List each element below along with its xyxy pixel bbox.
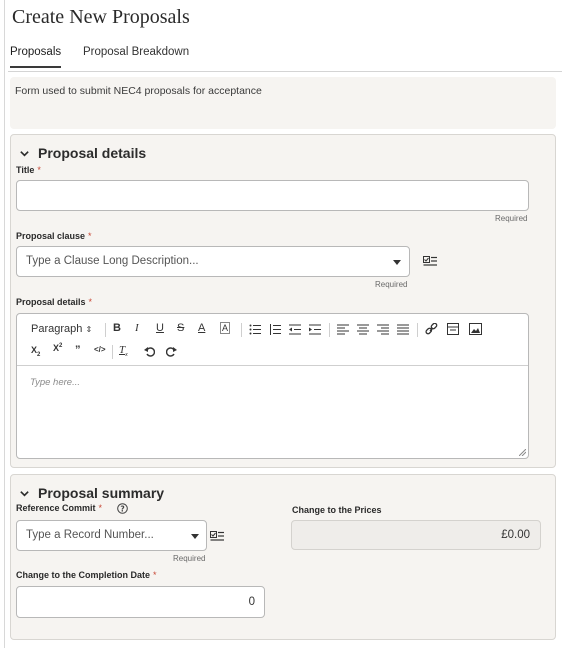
chevron-down-icon [20,150,29,157]
proposal-details-header[interactable]: Proposal details [19,145,146,161]
proposal-clause-label: Proposal clause * [16,231,92,241]
editor-toolbar: Paragraph ⇕ B I U S A A X2 X2 ” </> Tx [17,314,528,366]
required-asterisk: * [37,165,41,175]
numbered-list-icon[interactable] [269,324,281,335]
align-center-icon[interactable] [357,324,369,335]
list-check-icon[interactable] [210,531,225,542]
subscript-icon[interactable]: X2 [31,345,40,358]
code-icon[interactable]: </> [94,345,106,354]
reference-commit-required-hint: Required [173,554,206,563]
tab-proposals[interactable]: Proposals [10,46,62,68]
required-asterisk: * [98,503,103,513]
blockquote-icon[interactable]: ” [75,344,81,356]
required-asterisk: * [88,297,93,307]
proposal-summary-header[interactable]: Proposal summary [19,485,164,501]
align-right-icon[interactable] [377,324,389,335]
change-to-prices-value: £0.00 [501,529,530,541]
table-icon[interactable] [447,323,459,335]
change-to-prices-label: Change to the Prices [292,505,382,515]
reference-commit-label: Reference Commit * ? [16,503,128,514]
resize-handle-icon[interactable] [519,449,526,456]
format-select-value: Paragraph [31,323,83,335]
form-description: Form used to submit NEC4 proposals for a… [10,77,556,129]
dropdown-arrow-icon[interactable] [191,534,199,539]
underline-icon[interactable]: U [156,322,164,334]
help-icon[interactable]: ? [117,503,128,514]
bold-icon[interactable]: B [113,322,121,334]
dropdown-arrow-icon[interactable] [393,260,401,265]
clear-formatting-icon[interactable]: Tx [119,344,128,358]
proposal-details-label-text: Proposal details [16,297,86,307]
proposal-details-title: Proposal details [38,145,147,161]
format-select[interactable]: Paragraph ⇕ [31,323,92,335]
chevron-down-icon [20,490,29,497]
reference-commit-select[interactable]: Type a Record Number... [16,520,207,551]
title-label: Title * [16,165,41,175]
change-to-completion-date-value: 0 [248,596,255,608]
image-icon[interactable] [469,323,482,335]
proposal-details-label: Proposal details * [16,297,92,307]
align-justify-icon[interactable] [397,324,409,335]
title-label-text: Title [16,165,35,175]
required-asterisk: * [153,570,157,580]
left-edge-strip [0,0,5,648]
bulleted-list-icon[interactable] [249,324,261,335]
reference-commit-label-text: Reference Commit [16,503,96,513]
superscript-icon[interactable]: X2 [53,343,62,353]
toolbar-divider [329,323,330,337]
page-title: Create New Proposals [12,6,190,28]
title-input[interactable] [16,180,529,211]
reference-commit-placeholder: Type a Record Number... [26,529,154,541]
italic-icon[interactable]: I [135,322,139,334]
font-color-icon[interactable]: A [198,322,205,334]
change-to-completion-date-label-text: Change to the Completion Date [16,570,151,580]
title-required-hint: Required [495,214,528,223]
list-check-icon[interactable] [423,256,438,267]
change-to-prices-field: £0.00 [291,520,541,550]
highlight-color-icon[interactable]: A [220,322,231,334]
toolbar-divider [112,345,113,359]
outdent-icon[interactable] [289,324,301,335]
undo-icon[interactable] [144,346,155,357]
proposal-summary-panel: Proposal summary Reference Commit * ? Typ… [10,474,556,640]
change-to-completion-date-label: Change to the Completion Date * [16,570,157,580]
tab-bar: Proposals Proposal Breakdown [8,46,562,72]
svg-text:?: ? [120,504,124,513]
rich-text-editor: Paragraph ⇕ B I U S A A X2 X2 ” </> Tx T… [16,313,529,459]
required-asterisk: * [88,231,92,241]
editor-placeholder: Type here... [30,377,80,388]
strikethrough-icon[interactable]: S [177,322,184,334]
proposal-clause-placeholder: Type a Clause Long Description... [26,255,199,267]
proposal-clause-label-text: Proposal clause [16,231,86,241]
proposal-summary-title: Proposal summary [38,485,165,501]
toolbar-divider [105,323,106,337]
toolbar-divider [241,323,242,337]
toolbar-divider [417,323,418,337]
redo-icon[interactable] [166,346,177,357]
change-to-completion-date-input[interactable]: 0 [16,586,265,618]
align-left-icon[interactable] [337,324,349,335]
tab-proposal-breakdown[interactable]: Proposal Breakdown [83,46,189,66]
link-icon[interactable] [425,323,438,336]
indent-icon[interactable] [309,324,321,335]
proposal-details-panel: Proposal details Title * Required Proposa… [10,134,556,468]
proposal-clause-select[interactable]: Type a Clause Long Description... [16,246,410,277]
proposal-clause-required-hint: Required [375,280,408,289]
